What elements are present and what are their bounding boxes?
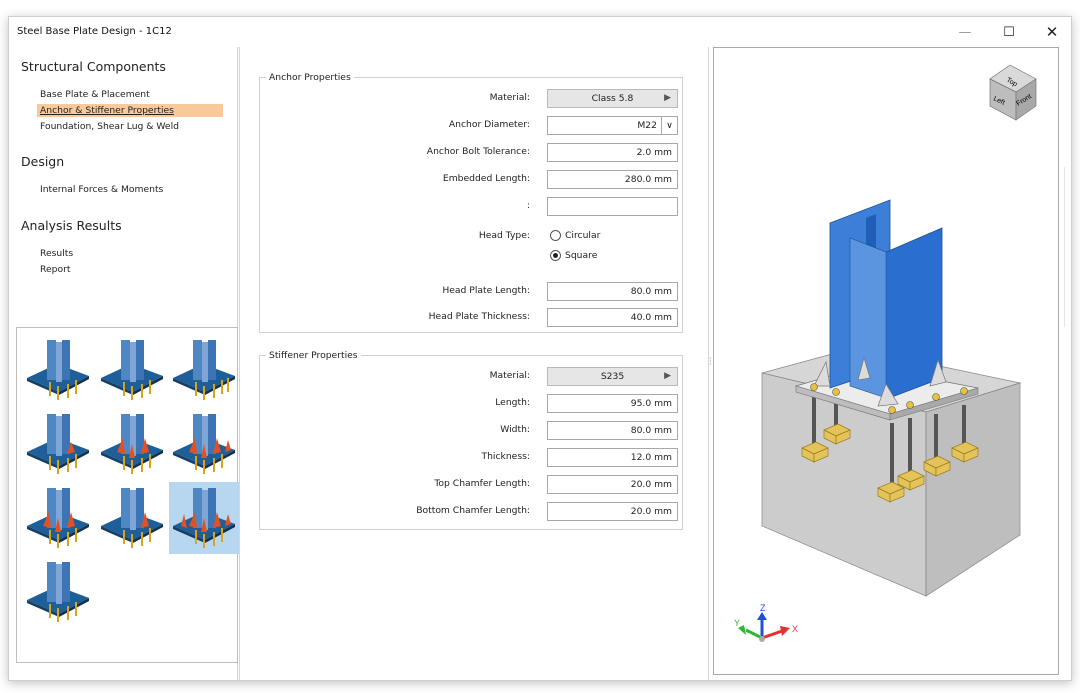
- nav-internal-forces-moments[interactable]: Internal Forces & Moments: [37, 183, 166, 196]
- embedded-length-label: Embedded Length:: [442, 173, 530, 184]
- anchor-material-button[interactable]: Class 5.8 ▶: [547, 89, 678, 108]
- steel-column: [829, 199, 943, 401]
- stiffener-material-value: S235: [600, 371, 625, 382]
- radio-checked-icon: [550, 250, 561, 261]
- axis-y-label: Y: [734, 618, 740, 628]
- window-title: Steel Base Plate Design - 1C12: [17, 26, 172, 37]
- section-structural-components: Structural Components: [21, 59, 166, 74]
- head-plate-length-label: Head Plate Length:: [442, 285, 530, 296]
- anchor-diameter-select[interactable]: M22 ∨: [547, 116, 678, 135]
- head-type-square-label: Square: [565, 250, 598, 261]
- nav-foundation-shear-lug-weld[interactable]: Foundation, Shear Lug & Weld: [37, 120, 182, 133]
- layout-thumb-7[interactable]: [23, 482, 93, 554]
- minimize-icon: —: [958, 24, 972, 40]
- stiffener-properties-group: Stiffener Properties Material: S235 ▶ Len…: [259, 350, 683, 530]
- right-edge-splitter[interactable]: [1064, 167, 1072, 327]
- layout-thumb-1[interactable]: [23, 334, 93, 406]
- stiffener-length-label: Length:: [495, 397, 530, 408]
- anchor-diameter-label: Anchor Diameter:: [448, 119, 530, 130]
- layout-thumb-8[interactable]: [97, 482, 167, 554]
- stiffener-material-label: Material:: [489, 370, 530, 381]
- section-design: Design: [21, 154, 65, 169]
- anchor-material-label: Material:: [489, 92, 530, 103]
- layout-thumb-6[interactable]: [169, 408, 239, 480]
- close-button[interactable]: ✕: [1030, 17, 1074, 47]
- radio-circle-icon: [550, 230, 561, 241]
- nav-base-plate-placement[interactable]: Base Plate & Placement: [37, 88, 153, 101]
- layout-thumb-5[interactable]: [97, 408, 167, 480]
- head-plate-length-input[interactable]: 80.0 mm: [547, 282, 678, 301]
- head-type-label: Head Type:: [478, 230, 530, 241]
- stiffener-material-button[interactable]: S235 ▶: [547, 367, 678, 386]
- nav-anchor-stiffener-properties[interactable]: Anchor & Stiffener Properties: [37, 104, 223, 117]
- app-window: Steel Base Plate Design - 1C12 — ☐ ✕ Str…: [8, 16, 1072, 681]
- blank-label: :: [526, 200, 530, 211]
- embedded-length-input[interactable]: 280.0 mm: [547, 170, 678, 189]
- chevron-down-icon[interactable]: ∨: [661, 117, 677, 134]
- stiffener-thickness-input[interactable]: 12.0 mm: [547, 448, 678, 467]
- layout-thumb-3[interactable]: [169, 334, 239, 406]
- model-canvas[interactable]: Top Left Front Z X Y: [714, 48, 1060, 676]
- top-chamfer-input[interactable]: 20.0 mm: [547, 475, 678, 494]
- layout-thumb-10[interactable]: [23, 556, 93, 628]
- maximize-button[interactable]: ☐: [987, 17, 1031, 47]
- properties-panel: Anchor Properties Material: Class 5.8 ▶ A…: [239, 47, 709, 680]
- cursor-icon: ▶: [664, 371, 671, 381]
- head-type-square-radio[interactable]: Square: [550, 250, 597, 261]
- axis-x-label: X: [792, 624, 798, 634]
- maximize-icon: ☐: [1003, 24, 1015, 40]
- anchor-material-value: Class 5.8: [591, 93, 634, 104]
- stiffener-properties-title: Stiffener Properties: [266, 350, 361, 361]
- head-plate-thickness-input[interactable]: 40.0 mm: [547, 308, 678, 327]
- layout-thumb-4[interactable]: [23, 408, 93, 480]
- close-icon: ✕: [1045, 23, 1059, 41]
- panel-splitter[interactable]: · · ·: [709, 355, 712, 369]
- stiffener-width-label: Width:: [500, 424, 530, 435]
- anchor-diameter-value: M22: [637, 120, 657, 131]
- cursor-icon: ▶: [664, 93, 671, 103]
- head-type-circular-label: Circular: [565, 230, 601, 241]
- anchor-properties-group: Anchor Properties Material: Class 5.8 ▶ A…: [259, 72, 683, 333]
- axis-triad: Z X Y: [734, 603, 798, 642]
- blank-input[interactable]: [547, 197, 678, 216]
- 3d-viewer[interactable]: Top Left Front Z X Y: [713, 47, 1059, 675]
- head-plate-thickness-label: Head Plate Thickness:: [428, 311, 530, 322]
- section-analysis-results: Analysis Results: [21, 218, 122, 233]
- anchor-tolerance-input[interactable]: 2.0 mm: [547, 143, 678, 162]
- layout-thumb-9[interactable]: [169, 482, 239, 554]
- layout-thumb-2[interactable]: [97, 334, 167, 406]
- stiffener-thickness-label: Thickness:: [481, 451, 530, 462]
- head-type-circular-radio[interactable]: Circular: [550, 230, 600, 241]
- nav-report[interactable]: Report: [37, 263, 73, 276]
- minimize-button[interactable]: —: [943, 17, 987, 47]
- nav-results[interactable]: Results: [37, 247, 76, 260]
- top-chamfer-label: Top Chamfer Length:: [434, 478, 530, 489]
- anchor-tolerance-label: Anchor Bolt Tolerance:: [426, 146, 530, 157]
- axis-z-label: Z: [760, 603, 766, 613]
- title-bar: Steel Base Plate Design - 1C12 — ☐ ✕: [9, 17, 1071, 47]
- view-cube[interactable]: Top Left Front: [989, 64, 1037, 121]
- bottom-chamfer-input[interactable]: 20.0 mm: [547, 502, 678, 521]
- stiffener-length-input[interactable]: 95.0 mm: [547, 394, 678, 413]
- anchor-properties-title: Anchor Properties: [266, 72, 354, 83]
- bottom-chamfer-label: Bottom Chamfer Length:: [416, 505, 530, 516]
- sidebar: Structural Components Base Plate & Place…: [9, 47, 239, 680]
- stiffener-layout-gallery: [16, 327, 239, 663]
- stiffener-width-input[interactable]: 80.0 mm: [547, 421, 678, 440]
